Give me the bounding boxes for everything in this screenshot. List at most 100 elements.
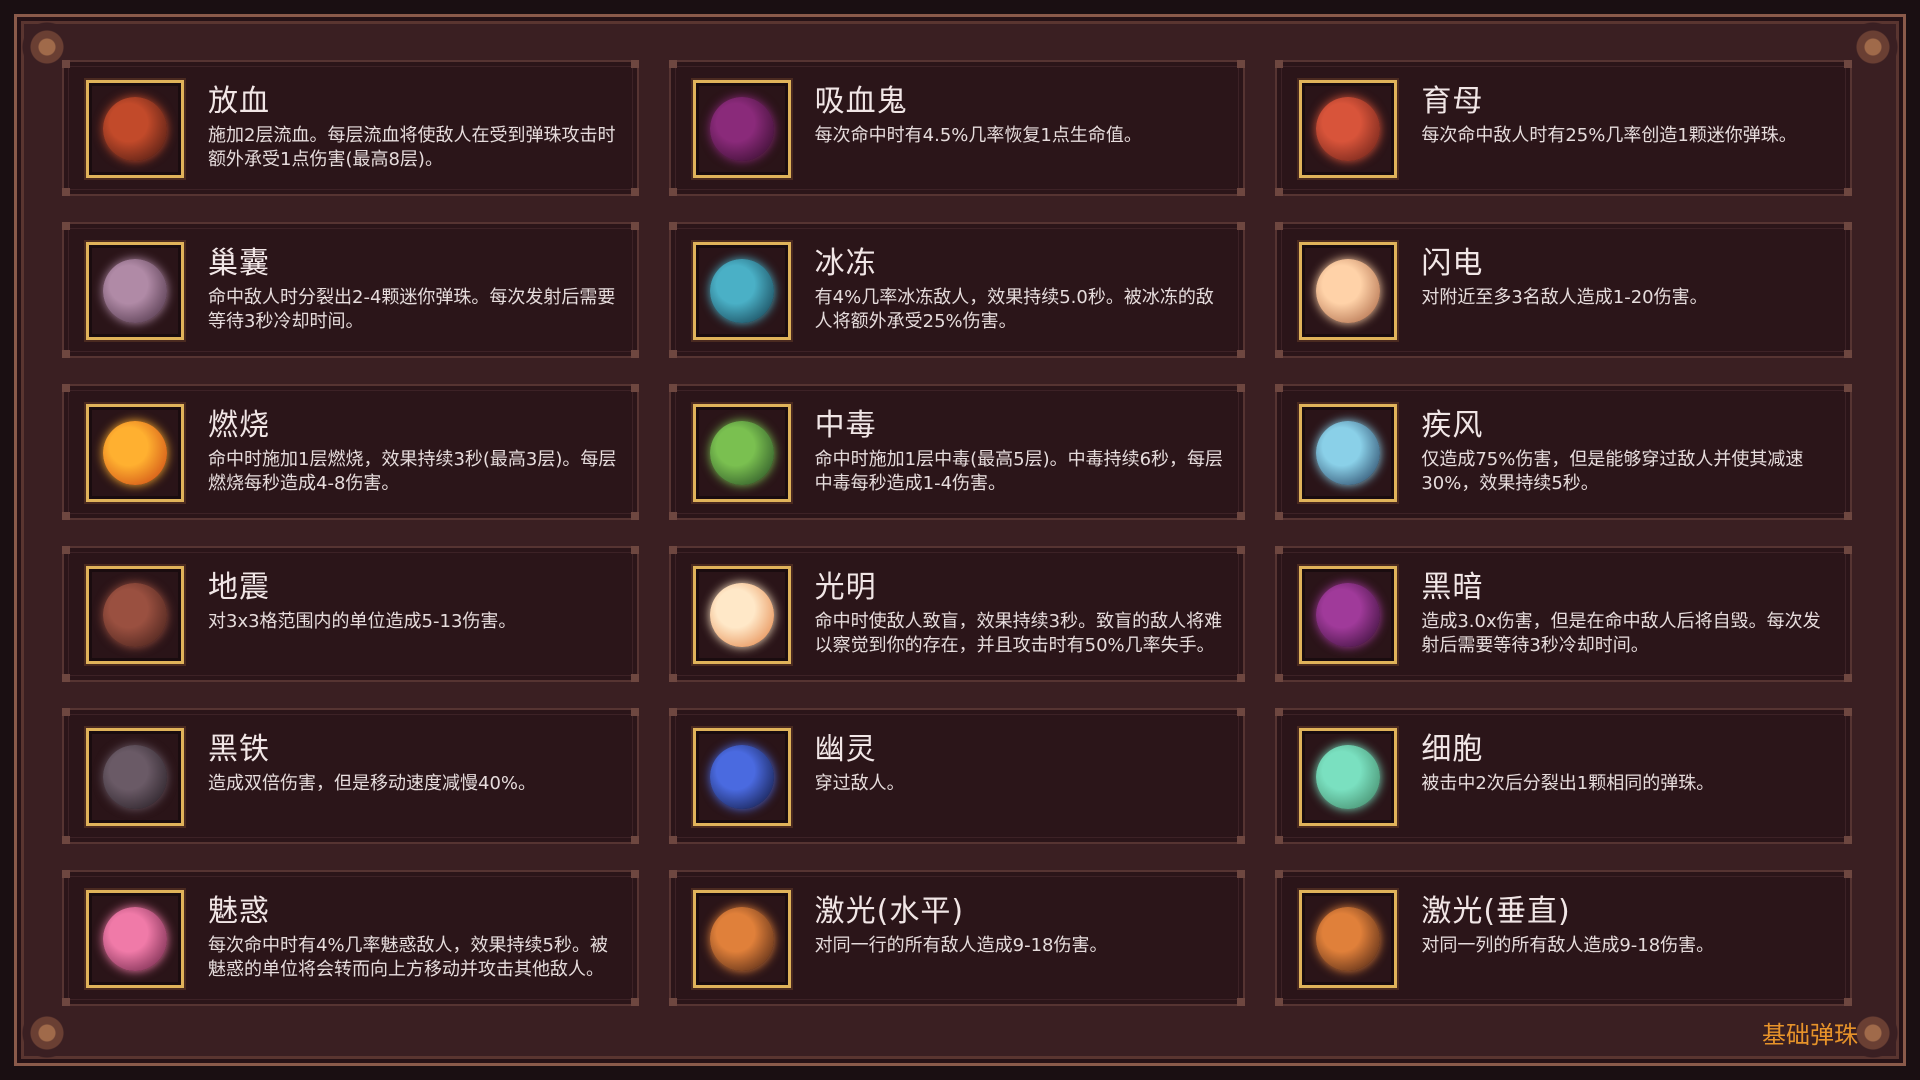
orb-card[interactable]: 黑铁 造成双倍伤害，但是移动速度减慢40%。: [62, 708, 639, 844]
orb-icon-frame: [692, 404, 791, 502]
orb-icon-frame: [692, 890, 791, 988]
orb-name: 激光(水平): [814, 894, 965, 929]
corner-ornament: [1843, 17, 1903, 77]
orb-card[interactable]: 魅惑 每次命中时有4%几率魅惑敌人，效果持续5秒。被魅惑的单位将会转而向上方移动并…: [62, 870, 639, 1006]
orb-icon-frame: [86, 890, 184, 988]
ghost-orb-icon: [709, 745, 774, 809]
gale-orb-icon: [1316, 421, 1381, 485]
orb-icon-frame: [1299, 890, 1398, 988]
orb-name: 幽灵: [814, 732, 877, 767]
light-orb-icon: [709, 583, 774, 647]
card-rivet: [668, 350, 677, 358]
card-rivet: [1237, 512, 1246, 520]
card-rivet: [668, 836, 677, 844]
orb-name: 巢囊: [208, 246, 270, 281]
card-rivet: [668, 512, 677, 520]
orb-card[interactable]: 疾风 仅造成75%伤害，但是能够穿过敌人并使其减速30%，效果持续5秒。: [1275, 384, 1852, 520]
orb-card[interactable]: 地震 对3x3格范围内的单位造成5-13伤害。: [62, 546, 639, 682]
card-rivet: [630, 836, 639, 844]
orb-description: 穿过敌人。: [814, 773, 905, 794]
orb-icon-frame: [1299, 404, 1398, 502]
orb-card[interactable]: 光明 命中时使敌人致盲，效果持续3秒。致盲的敌人将难以察觉到你的存在，并且攻击时有…: [668, 546, 1246, 682]
orb-description: 有4%几率冰冻敌人，效果持续5.0秒。被冰冻的敌人将额外承受25%伤害。: [814, 287, 1214, 332]
orb-description: 命中敌人时分裂出2-4颗迷你弹珠。每次发射后需要等待3秒冷却时间。: [208, 287, 616, 332]
card-rivet: [630, 188, 639, 196]
orb-card[interactable]: 燃烧 命中时施加1层燃烧，效果持续3秒(最高3层)。每层燃烧每秒造成4-8伤害。: [62, 384, 639, 520]
card-rivet: [630, 512, 639, 520]
orb-name: 黑暗: [1421, 570, 1484, 605]
orb-description: 每次命中敌人时有25%几率创造1颗迷你弹珠。: [1421, 125, 1797, 146]
card-rivet: [1844, 674, 1852, 682]
egg-sac-icon: [103, 259, 167, 323]
card-rivet: [1275, 836, 1284, 844]
orb-name: 放血: [208, 84, 270, 119]
orb-card[interactable]: 激光(垂直) 对同一列的所有敌人造成9-18伤害。: [1275, 870, 1852, 1006]
orb-card[interactable]: 吸血鬼 每次命中时有4.5%几率恢复1点生命值。: [668, 60, 1246, 196]
card-rivet: [630, 870, 639, 878]
orb-description: 施加2层流血。每层流血将使敌人在受到弹珠攻击时额外承受1点伤害(最高8层)。: [208, 125, 616, 170]
orb-name: 闪电: [1421, 246, 1484, 281]
orb-name: 细胞: [1421, 732, 1484, 767]
laser-horizontal-icon: [709, 907, 774, 971]
orb-description: 对附近至多3名敌人造成1-20伤害。: [1421, 287, 1708, 308]
card-rivet: [1275, 870, 1284, 878]
card-rivet: [1844, 546, 1852, 554]
orb-description: 每次命中时有4.5%几率恢复1点生命值。: [814, 125, 1142, 146]
card-rivet: [630, 998, 639, 1006]
card-rivet: [1844, 384, 1852, 392]
orb-card[interactable]: 巢囊命中敌人时分裂出2-4颗迷你弹珠。每次发射后需要等待3秒冷却时间。: [62, 222, 639, 358]
category-label[interactable]: 基础弹珠: [1762, 1015, 1858, 1050]
orb-card[interactable]: 激光(水平) 对同一行的所有敌人造成9-18伤害。: [668, 870, 1246, 1006]
card-rivet: [1275, 546, 1284, 554]
card-rivet: [1275, 512, 1284, 520]
card-rivet: [62, 870, 70, 878]
orb-icon-frame: [1299, 80, 1398, 178]
card-rivet: [1237, 674, 1246, 682]
card-rivet: [668, 870, 677, 878]
card-rivet: [668, 60, 677, 68]
card-rivet: [630, 674, 639, 682]
orb-card[interactable]: 中毒 命中时施加1层中毒(最高5层)。中毒持续6秒，每层中毒每秒造成1-4伤害。: [668, 384, 1246, 520]
orb-name: 疾风: [1421, 408, 1484, 443]
orb-card[interactable]: 育母 每次命中敌人时有25%几率创造1颗迷你弹珠。: [1275, 60, 1852, 196]
card-rivet: [62, 674, 70, 682]
card-rivet: [1844, 708, 1852, 716]
orb-card[interactable]: 黑暗造成3.0x伤害，但是在命中敌人后将自毁。每次发射后需要等待3秒冷却时间。: [1275, 546, 1852, 682]
orb-card[interactable]: 闪电对附近至多3名敌人造成1-20伤害。: [1275, 222, 1852, 358]
brood-mother-icon: [1316, 97, 1381, 161]
card-rivet: [630, 708, 639, 716]
card-rivet: [1275, 998, 1284, 1006]
orb-icon-frame: [692, 242, 791, 340]
laser-vertical-icon: [1316, 907, 1381, 971]
card-rivet: [62, 546, 70, 554]
orb-icon-frame: [692, 728, 791, 826]
card-rivet: [62, 512, 70, 520]
dark-orb-icon: [1316, 583, 1381, 647]
orb-description: 对同一行的所有敌人造成9-18伤害。: [814, 935, 1108, 956]
card-rivet: [630, 350, 639, 358]
orb-description: 命中时施加1层中毒(最高5层)。中毒持续6秒，每层中毒每秒造成1-4伤害。: [814, 449, 1224, 494]
card-rivet: [62, 384, 70, 392]
orb-name: 燃烧: [208, 408, 270, 443]
orb-card[interactable]: 幽灵 穿过敌人。: [668, 708, 1246, 844]
iron-orb-icon: [103, 745, 167, 809]
orb-description: 对同一列的所有敌人造成9-18伤害。: [1421, 935, 1715, 956]
card-rivet: [1237, 60, 1246, 68]
orb-description: 对3x3格范围内的单位造成5-13伤害。: [208, 611, 517, 632]
card-rivet: [62, 998, 70, 1006]
card-rivet: [1237, 998, 1246, 1006]
card-rivet: [668, 674, 677, 682]
card-rivet: [1844, 222, 1852, 230]
orb-name: 光明: [814, 570, 877, 605]
orb-description: 被击中2次后分裂出1颗相同的弹珠。: [1421, 773, 1715, 794]
orb-description: 造成3.0x伤害，但是在命中敌人后将自毁。每次发射后需要等待3秒冷却时间。: [1421, 611, 1821, 656]
card-rivet: [1275, 222, 1284, 230]
orb-card[interactable]: 放血施加2层流血。每层流血将使敌人在受到弹珠攻击时额外承受1点伤害(最高8层)。: [62, 60, 639, 196]
card-rivet: [1275, 188, 1284, 196]
orb-card[interactable]: 细胞被击中2次后分裂出1颗相同的弹珠。: [1275, 708, 1852, 844]
orb-icon-frame: [1299, 242, 1398, 340]
card-rivet: [1237, 350, 1246, 358]
card-rivet: [1237, 836, 1246, 844]
card-rivet: [1237, 384, 1246, 392]
orb-card[interactable]: 冰冻 有4%几率冰冻敌人，效果持续5.0秒。被冰冻的敌人将额外承受25%伤害。: [668, 222, 1246, 358]
